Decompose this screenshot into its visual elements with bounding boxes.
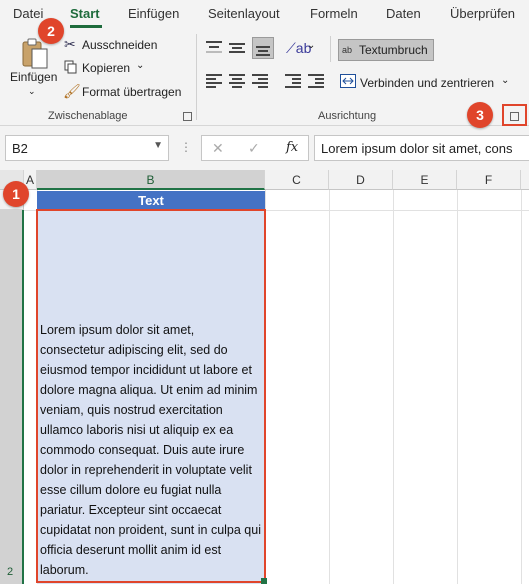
grid-line	[329, 190, 330, 584]
row-number-2: 2	[7, 566, 14, 578]
formula-bar-handle-icon[interactable]: ⋮	[180, 140, 193, 154]
column-header-b[interactable]: B	[37, 170, 265, 190]
tab-start[interactable]: Start	[70, 6, 100, 21]
step-badge-2: 2	[38, 18, 64, 44]
format-painter-button[interactable]: Format übertragen	[82, 85, 181, 99]
decrease-indent-icon[interactable]	[285, 74, 303, 88]
align-left-icon[interactable]	[206, 74, 224, 88]
step-badge-1: 1	[3, 181, 29, 207]
align-bottom-icon[interactable]	[252, 37, 274, 59]
name-box[interactable]: B2 ▼	[5, 135, 169, 161]
copy-dropdown-icon[interactable]: ⌄	[136, 60, 144, 71]
wrap-text-button[interactable]: ab Textumbruch	[338, 39, 434, 61]
increase-indent-icon[interactable]	[308, 74, 326, 88]
tab-file[interactable]: Datei	[13, 6, 43, 21]
cancel-icon[interactable]: ✕	[212, 140, 224, 157]
wrap-text-label: Textumbruch	[359, 43, 428, 57]
column-header-c[interactable]: C	[265, 170, 329, 190]
tab-formulas[interactable]: Formeln	[310, 6, 358, 21]
grid-line	[521, 190, 522, 584]
paste-dropdown-icon[interactable]: ⌄	[28, 86, 36, 97]
group-separator	[196, 34, 197, 120]
formula-input[interactable]: Lorem ipsum dolor sit amet, cons	[314, 135, 529, 161]
cut-button[interactable]: Ausschneiden	[82, 38, 157, 52]
column-header-e[interactable]: E	[393, 170, 457, 190]
orientation-dropdown-icon[interactable]: ⌄	[307, 40, 315, 51]
grid-line	[457, 190, 458, 584]
align-center-icon[interactable]	[229, 74, 247, 88]
fill-handle[interactable]	[261, 578, 267, 584]
cell-b1[interactable]: Text	[37, 191, 265, 210]
enter-icon[interactable]: ✓	[248, 140, 260, 157]
tab-page-layout[interactable]: Seitenlayout	[208, 6, 280, 21]
copy-icon	[64, 60, 78, 74]
align-top-icon[interactable]	[206, 41, 224, 55]
ribbon-tabs: Datei Start Einfügen Seitenlayout Formel…	[0, 0, 529, 28]
clipboard-group-label: Zwischenablage	[48, 110, 128, 122]
tab-insert[interactable]: Einfügen	[128, 6, 179, 21]
formula-bar: B2 ▼ ⋮ ✕ ✓ fx Lorem ipsum dolor sit amet…	[0, 126, 529, 170]
clipboard-launcher-icon[interactable]	[183, 112, 192, 121]
launcher-highlight	[502, 104, 527, 126]
formula-controls: ✕ ✓ fx	[201, 135, 309, 161]
tab-data[interactable]: Daten	[386, 6, 421, 21]
align-right-icon[interactable]	[252, 74, 270, 88]
step-badge-3: 3	[467, 102, 493, 128]
insert-function-button[interactable]: fx	[286, 140, 298, 155]
format-painter-icon: 🖌	[63, 83, 81, 99]
cell-highlight	[36, 209, 266, 583]
column-header-f[interactable]: F	[457, 170, 521, 190]
align-middle-icon[interactable]	[229, 41, 247, 55]
merge-center-button[interactable]: Verbinden und zentrieren	[360, 76, 494, 90]
group-separator	[330, 36, 331, 62]
name-box-value: B2	[12, 141, 28, 156]
column-header-d[interactable]: D	[329, 170, 393, 190]
scissors-icon: ✂	[64, 36, 76, 52]
worksheet-grid: A B C D E F 2 Text Lorem ipsum dolor sit…	[0, 170, 529, 584]
row-header-2[interactable]: 2	[0, 210, 24, 584]
ribbon: Einfügen ⌄ ✂ Ausschneiden Kopieren ⌄ 🖌 F…	[0, 28, 529, 126]
copy-button[interactable]: Kopieren	[82, 61, 130, 75]
alignment-group-label: Ausrichtung	[318, 110, 377, 122]
merge-dropdown-icon[interactable]: ⌄	[501, 75, 509, 86]
merge-center-icon	[340, 74, 356, 88]
wrap-text-icon: ab	[342, 44, 353, 55]
grid-line	[393, 190, 394, 584]
column-header-g[interactable]	[521, 170, 529, 190]
tab-review[interactable]: Überprüfen	[450, 6, 515, 21]
name-box-dropdown-icon[interactable]: ▼	[153, 140, 163, 151]
paste-button[interactable]: Einfügen	[10, 70, 57, 84]
